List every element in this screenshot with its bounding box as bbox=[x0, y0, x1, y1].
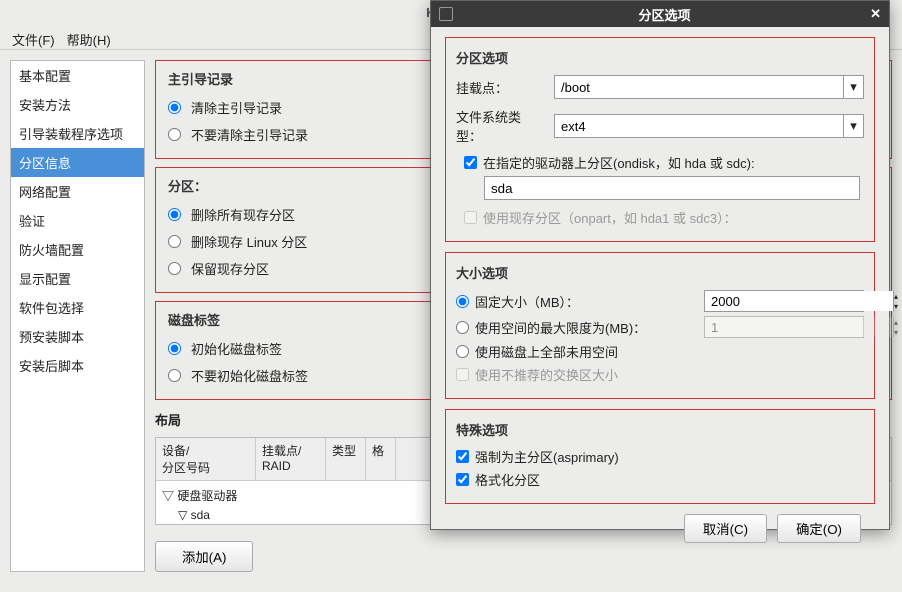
spin-up-icon[interactable]: ▴ bbox=[894, 291, 898, 301]
mbr-keep-label: 不要清除主引导记录 bbox=[191, 125, 308, 144]
part-keep-radio[interactable] bbox=[168, 262, 181, 275]
fstype-input[interactable] bbox=[555, 115, 843, 137]
size-fixed-spin[interactable]: ▴▾ bbox=[704, 290, 864, 312]
fstype-combo[interactable]: ▾ bbox=[554, 114, 864, 138]
menu-file[interactable]: 文件(F) bbox=[12, 30, 55, 45]
extra-group: 特殊选项 强制为主分区(asprimary) 格式化分区 bbox=[445, 409, 875, 504]
part-all-radio[interactable] bbox=[168, 208, 181, 221]
partition-opts-title: 分区选项 bbox=[456, 48, 864, 67]
size-fill-radio[interactable] bbox=[456, 345, 469, 358]
dialog-titlebar[interactable]: 分区选项 ✕ bbox=[431, 1, 889, 27]
sidebar-item-partition[interactable]: 分区信息 bbox=[11, 148, 144, 177]
mbr-clear-radio[interactable] bbox=[168, 101, 181, 114]
format-label: 格式化分区 bbox=[475, 470, 540, 489]
chevron-down-icon[interactable]: ▾ bbox=[843, 76, 863, 98]
ok-button[interactable]: 确定(O) bbox=[777, 514, 861, 543]
col-device[interactable]: 设备/分区号码 bbox=[156, 438, 256, 480]
size-fixed-label: 固定大小（MB）： bbox=[475, 292, 698, 311]
size-fixed-radio[interactable] bbox=[456, 295, 469, 308]
part-keep-label: 保留现存分区 bbox=[191, 259, 269, 278]
size-swap-label: 使用不推荐的交换区大小 bbox=[475, 365, 618, 384]
part-linux-radio[interactable] bbox=[168, 235, 181, 248]
mount-label: 挂载点： bbox=[456, 78, 546, 97]
sidebar-item-packages[interactable]: 软件包选择 bbox=[11, 293, 144, 322]
sidebar-item-firewall[interactable]: 防火墙配置 bbox=[11, 235, 144, 264]
sidebar: 基本配置 安装方法 引导装载程序选项 分区信息 网络配置 验证 防火墙配置 显示… bbox=[10, 60, 145, 572]
size-group: 大小选项 固定大小（MB）： ▴▾ 使用空间的最大限度为(MB)： ▴▾ bbox=[445, 252, 875, 399]
sidebar-item-basic[interactable]: 基本配置 bbox=[11, 61, 144, 90]
sidebar-item-prescript[interactable]: 预安装脚本 bbox=[11, 322, 144, 351]
add-button[interactable]: 添加(A) bbox=[155, 541, 253, 572]
mbr-keep-radio[interactable] bbox=[168, 128, 181, 141]
menu-help[interactable]: 帮助(H) bbox=[67, 30, 111, 45]
disk-noinit-radio[interactable] bbox=[168, 369, 181, 382]
mount-input[interactable] bbox=[555, 76, 843, 98]
mbr-clear-label: 清除主引导记录 bbox=[191, 98, 282, 117]
col-format[interactable]: 格 bbox=[366, 438, 396, 480]
asprimary-label: 强制为主分区(asprimary) bbox=[475, 447, 619, 466]
sidebar-item-postscript[interactable]: 安装后脚本 bbox=[11, 351, 144, 380]
extra-title: 特殊选项 bbox=[456, 420, 864, 439]
disk-init-label: 初始化磁盘标签 bbox=[191, 339, 282, 358]
disk-init-radio[interactable] bbox=[168, 342, 181, 355]
size-max-input bbox=[705, 317, 893, 337]
spin-down-icon[interactable]: ▾ bbox=[894, 301, 898, 311]
sidebar-item-bootloader[interactable]: 引导装载程序选项 bbox=[11, 119, 144, 148]
col-mount[interactable]: 挂载点/RAID bbox=[256, 438, 326, 480]
onpart-checkbox bbox=[464, 211, 477, 224]
dialog-icon bbox=[439, 7, 453, 21]
size-max-radio[interactable] bbox=[456, 321, 469, 334]
size-max-spin: ▴▾ bbox=[704, 316, 864, 338]
partition-options-dialog: 分区选项 ✕ 分区选项 挂载点： ▾ 文件系统类型： ▾ bbox=[430, 0, 890, 530]
size-fill-label: 使用磁盘上全部未用空间 bbox=[475, 342, 618, 361]
part-linux-label: 删除现存 Linux 分区 bbox=[191, 232, 307, 251]
chevron-down-icon[interactable]: ▾ bbox=[843, 115, 863, 137]
fstype-label: 文件系统类型： bbox=[456, 107, 546, 145]
asprimary-checkbox[interactable] bbox=[456, 450, 469, 463]
size-max-label: 使用空间的最大限度为(MB)： bbox=[475, 318, 698, 337]
ondisk-checkbox[interactable] bbox=[464, 156, 477, 169]
partition-opts-group: 分区选项 挂载点： ▾ 文件系统类型： ▾ 在指定的驱动器上分区(ondisk，… bbox=[445, 37, 875, 242]
cancel-button[interactable]: 取消(C) bbox=[684, 514, 767, 543]
mount-combo[interactable]: ▾ bbox=[554, 75, 864, 99]
close-icon[interactable]: ✕ bbox=[870, 6, 881, 22]
sidebar-item-install[interactable]: 安装方法 bbox=[11, 90, 144, 119]
sidebar-item-display[interactable]: 显示配置 bbox=[11, 264, 144, 293]
ondisk-input[interactable] bbox=[484, 176, 860, 200]
size-title: 大小选项 bbox=[456, 263, 864, 282]
ondisk-label: 在指定的驱动器上分区(ondisk，如 hda 或 sdc): bbox=[483, 153, 755, 172]
dialog-title: 分区选项 bbox=[459, 5, 870, 24]
col-type[interactable]: 类型 bbox=[326, 438, 366, 480]
disk-noinit-label: 不要初始化磁盘标签 bbox=[191, 366, 308, 385]
sidebar-item-auth[interactable]: 验证 bbox=[11, 206, 144, 235]
sidebar-item-network[interactable]: 网络配置 bbox=[11, 177, 144, 206]
part-all-label: 删除所有现存分区 bbox=[191, 205, 295, 224]
onpart-label: 使用现存分区（onpart，如 hda1 或 sdc3）： bbox=[483, 208, 737, 227]
format-checkbox[interactable] bbox=[456, 473, 469, 486]
size-fixed-input[interactable] bbox=[705, 291, 893, 311]
size-swap-checkbox bbox=[456, 368, 469, 381]
